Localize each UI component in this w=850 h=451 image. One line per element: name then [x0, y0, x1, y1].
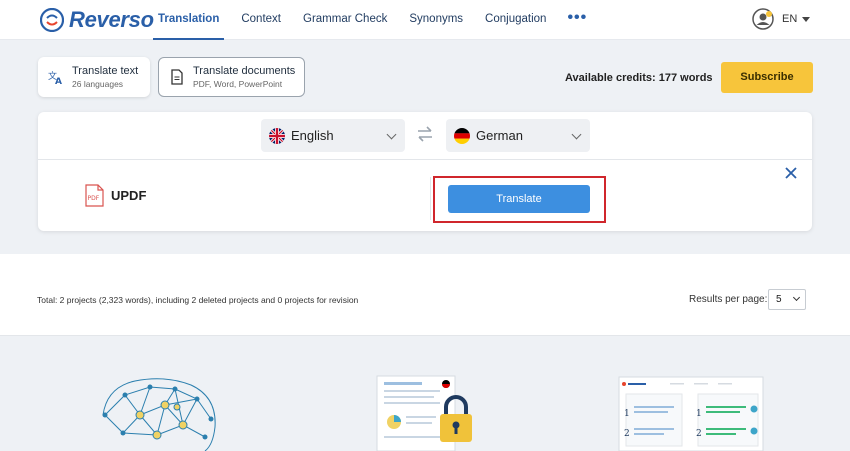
nav-translation[interactable]: Translation [147, 0, 230, 40]
swap-languages-icon[interactable] [416, 125, 434, 143]
document-icon [171, 69, 183, 85]
chevron-down-icon [571, 129, 582, 140]
source-language-select[interactable]: English [261, 119, 405, 152]
source-language-label: English [291, 128, 334, 143]
germany-flag-icon [454, 127, 470, 144]
target-language-select[interactable]: German [446, 119, 590, 152]
translator-card: English German PDF UPDF Translate [38, 112, 812, 231]
available-credits: Available credits: 177 words [565, 72, 713, 84]
translate-text-tab[interactable]: 文 A Translate text 26 languages [38, 57, 150, 97]
nav-conjugation[interactable]: Conjugation [474, 0, 557, 40]
translate-text-subtitle: 26 languages [72, 78, 124, 89]
translate-documents-subtitle: PDF, Word, PowerPoint [193, 78, 283, 89]
chevron-down-icon [386, 129, 397, 140]
pdf-file-icon: PDF [85, 184, 104, 207]
translate-documents-title: Translate documents [193, 64, 296, 77]
svg-text:1: 1 [696, 409, 702, 419]
target-language-label: German [476, 128, 523, 143]
chevron-down-icon [792, 293, 801, 302]
translate-text-title: Translate text [72, 64, 139, 77]
results-per-page-label: Results per page: [689, 294, 768, 305]
top-header: Reverso Translation Context Grammar Chec… [0, 0, 850, 40]
svg-text:1: 1 [624, 409, 630, 419]
translate-documents-tab[interactable]: Translate documents PDF, Word, PowerPoin… [158, 57, 305, 97]
svg-text:A: A [55, 77, 62, 85]
results-per-page-select[interactable]: 5 [768, 289, 806, 310]
vertical-divider [430, 177, 431, 220]
svg-text:2: 2 [696, 429, 702, 439]
svg-text:2: 2 [624, 429, 630, 439]
close-icon[interactable] [784, 166, 798, 180]
account-menu[interactable]: EN [752, 8, 811, 30]
nav-context[interactable]: Context [230, 0, 292, 40]
translate-icon: 文 A [48, 70, 62, 85]
secure-document-illustration [376, 375, 472, 451]
more-menu-icon[interactable]: ••• [557, 0, 597, 40]
document-comparison-illustration: 1 2 1 2 [618, 376, 764, 451]
translate-button[interactable]: Translate [448, 185, 590, 213]
main-nav: Translation Context Grammar Check Synony… [147, 0, 597, 40]
subscribe-button[interactable]: Subscribe [721, 62, 813, 93]
results-per-page-value: 5 [776, 294, 782, 305]
file-name: UPDF [111, 188, 147, 203]
uk-flag-icon [269, 127, 285, 144]
svg-text:PDF: PDF [88, 195, 100, 202]
chevron-down-icon[interactable] [802, 16, 811, 22]
reverso-logo[interactable]: Reverso [40, 8, 154, 32]
card-divider [38, 159, 812, 160]
uploaded-file: PDF UPDF [85, 184, 146, 207]
reverso-logo-icon [40, 8, 64, 32]
ui-language-label[interactable]: EN [782, 13, 797, 25]
projects-summary: Total: 2 projects (2,323 words), includi… [37, 295, 359, 305]
user-avatar-icon[interactable] [752, 8, 774, 30]
nav-grammar-check[interactable]: Grammar Check [292, 0, 398, 40]
nav-synonyms[interactable]: Synonyms [398, 0, 474, 40]
logo-text: Reverso [69, 7, 154, 32]
neural-network-illustration [102, 378, 216, 451]
